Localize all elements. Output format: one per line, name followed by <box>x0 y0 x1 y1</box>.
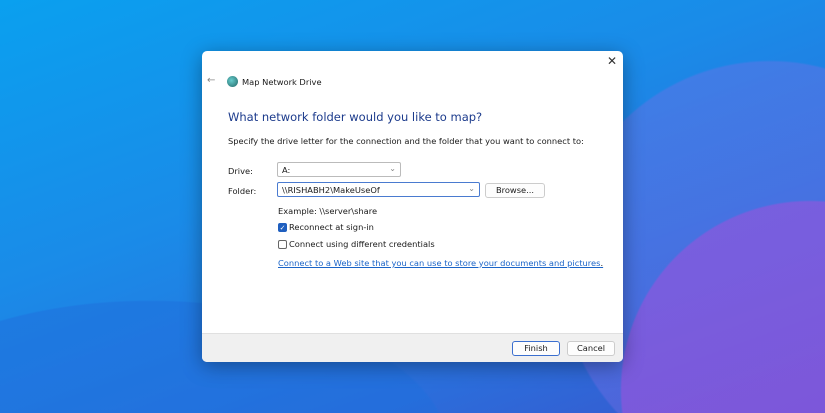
folder-combobox[interactable]: \\RISHABH2\MakeUseOf ⌄ <box>277 182 480 197</box>
web-site-link-text[interactable]: Connect to a Web site that you can use t… <box>278 258 600 268</box>
dialog-footer: Finish Cancel <box>202 333 623 362</box>
example-text: Example: \\server\share <box>278 206 378 216</box>
folder-value: \\RISHABH2\MakeUseOf <box>282 185 380 195</box>
drive-select[interactable]: A: ⌄ <box>277 162 401 177</box>
credentials-label[interactable]: Connect using different credentials <box>289 239 435 249</box>
back-arrow-icon[interactable]: ← <box>207 75 215 86</box>
reconnect-checkbox[interactable]: ✓ <box>278 223 287 232</box>
folder-label: Folder: <box>228 186 257 196</box>
map-network-drive-dialog: ✕ ← Map Network Drive What network folde… <box>202 51 623 362</box>
page-heading: What network folder would you like to ma… <box>228 110 483 124</box>
drive-label: Drive: <box>228 166 253 176</box>
reconnect-label[interactable]: Reconnect at sign-in <box>289 222 374 232</box>
network-drive-icon <box>227 76 238 87</box>
chevron-down-icon: ⌄ <box>468 184 475 193</box>
web-site-link[interactable]: Connect to a Web site that you can use t… <box>278 258 603 268</box>
description: Specify the drive letter for the connect… <box>228 136 584 146</box>
credentials-checkbox[interactable] <box>278 240 287 249</box>
cancel-button[interactable]: Cancel <box>567 341 615 356</box>
finish-button[interactable]: Finish <box>512 341 560 356</box>
dialog-title: Map Network Drive <box>242 77 322 87</box>
chevron-down-icon: ⌄ <box>389 164 396 173</box>
browse-button[interactable]: Browse... <box>485 183 545 198</box>
link-suffix: . <box>600 258 604 268</box>
drive-value: A: <box>282 165 291 175</box>
close-icon[interactable]: ✕ <box>607 54 617 68</box>
